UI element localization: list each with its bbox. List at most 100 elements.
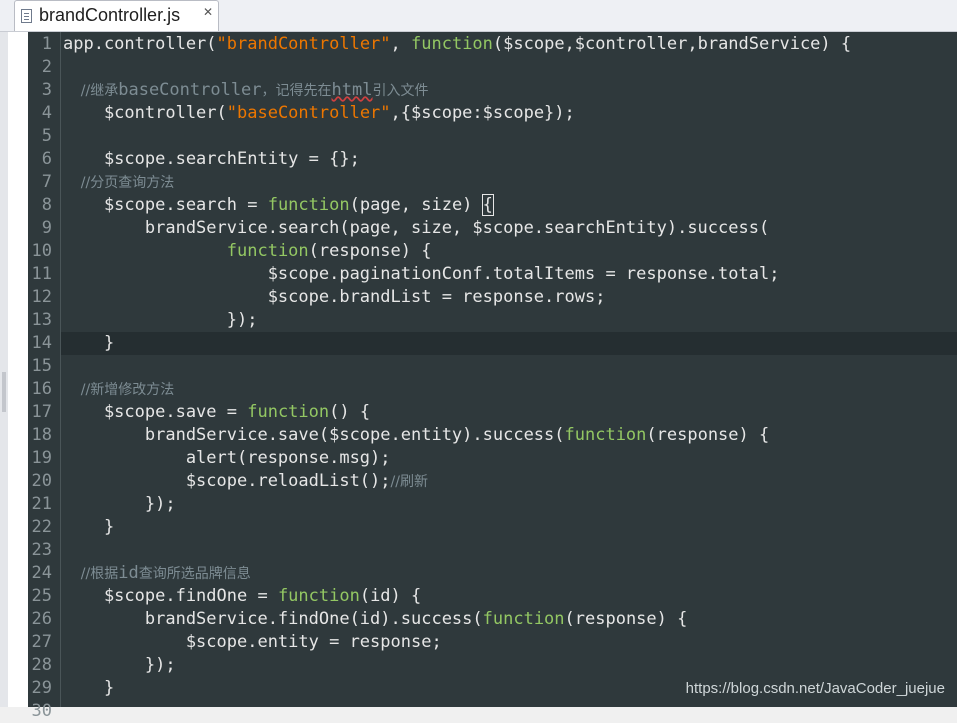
line-number: 1 bbox=[41, 34, 52, 54]
code-token: $scope.search = bbox=[63, 195, 268, 215]
line-number: 9 bbox=[41, 218, 52, 238]
line-number: 18 bbox=[31, 425, 52, 445]
line-number: 30 bbox=[31, 701, 52, 721]
code-token: } bbox=[63, 678, 115, 698]
line-number: 10 bbox=[31, 241, 52, 261]
tab-title: brandController.js bbox=[39, 5, 181, 25]
watermark: https://blog.csdn.net/JavaCoder_juejue bbox=[685, 680, 945, 697]
line-number: 6 bbox=[41, 149, 52, 169]
code-line[interactable]: $scope.brandList = response.rows; bbox=[63, 286, 606, 309]
code-token: $controller( bbox=[63, 103, 227, 123]
code-token: $scope.save = bbox=[63, 402, 248, 422]
code-token: function bbox=[411, 34, 493, 54]
code-line[interactable]: //根据id查询所选品牌信息 bbox=[63, 562, 251, 585]
code-line[interactable]: brandService.findOne(id).success(functio… bbox=[63, 608, 687, 631]
line-number: 26 bbox=[31, 609, 52, 629]
line-number: 22 bbox=[31, 517, 52, 537]
code-line[interactable]: $scope.findOne = function(id) { bbox=[63, 585, 421, 608]
editor-tab-bar: brandController.js ✕ bbox=[0, 0, 957, 32]
code-line[interactable]: brandService.save($scope.entity).success… bbox=[63, 424, 769, 447]
code-line[interactable]: $scope.reloadList();//刷新 bbox=[63, 470, 428, 493]
code-token: //根据 bbox=[63, 566, 119, 582]
code-token: brandService.findOne(id).success( bbox=[63, 609, 483, 629]
line-number: 11 bbox=[31, 264, 52, 284]
code-line[interactable]: } bbox=[63, 677, 114, 700]
code-token: function bbox=[226, 241, 309, 261]
code-token: ,{$scope:$scope}); bbox=[390, 103, 575, 123]
code-token: $scope.brandList = response.rows; bbox=[63, 287, 606, 307]
code-token: 引入文件 bbox=[372, 83, 429, 99]
code-token: } bbox=[63, 517, 115, 537]
sidebar-marker bbox=[2, 372, 6, 412]
code-token: //新增修改方法 bbox=[63, 382, 175, 398]
line-number: 4 bbox=[41, 103, 52, 123]
line-number: 3 bbox=[41, 80, 52, 100]
close-icon[interactable]: ✕ bbox=[201, 5, 215, 19]
code-line[interactable]: } bbox=[63, 516, 114, 539]
line-number: 29 bbox=[31, 678, 52, 698]
left-sidebar-strip bbox=[0, 32, 8, 707]
code-token: 查询所选品牌信息 bbox=[138, 566, 251, 582]
code-token: (id) { bbox=[359, 586, 422, 606]
code-token: function bbox=[267, 195, 350, 215]
code-line[interactable]: $scope.searchEntity = {}; bbox=[63, 148, 360, 171]
overview-ruler bbox=[8, 32, 28, 707]
code-line[interactable]: function(response) { bbox=[63, 240, 432, 263]
line-number: 2 bbox=[41, 57, 52, 77]
line-number: 17 bbox=[31, 402, 52, 422]
code-line[interactable]: $scope.search = function(page, size) { bbox=[63, 194, 494, 217]
code-line[interactable]: brandService.search(page, size, $scope.s… bbox=[63, 217, 769, 240]
code-token: (response) { bbox=[564, 609, 688, 629]
code-editor[interactable]: app.controller("brandController", functi… bbox=[61, 32, 957, 707]
code-token: () { bbox=[329, 402, 371, 422]
code-token: , bbox=[390, 34, 412, 54]
code-token: (page, size) bbox=[349, 195, 483, 215]
code-line[interactable]: $scope.paginationConf.totalItems = respo… bbox=[63, 263, 780, 286]
code-token: ($scope,$controller,brandService) { bbox=[492, 34, 852, 54]
code-line[interactable]: }); bbox=[63, 654, 176, 677]
line-number: 21 bbox=[31, 494, 52, 514]
code-line[interactable]: } bbox=[61, 332, 957, 355]
line-number: 20 bbox=[31, 471, 52, 491]
code-token: "brandController" bbox=[216, 34, 391, 54]
code-token: //继承 bbox=[63, 83, 119, 99]
js-file-icon bbox=[21, 9, 32, 23]
code-line[interactable]: $scope.save = function() { bbox=[63, 401, 370, 424]
line-number: 24 bbox=[31, 563, 52, 583]
code-token: brandService.save($scope.entity).success… bbox=[63, 425, 565, 445]
code-token: function bbox=[482, 609, 565, 629]
code-token: html bbox=[331, 80, 373, 100]
code-token: }); bbox=[63, 494, 176, 514]
code-token: $scope.reloadList(); bbox=[63, 471, 391, 491]
code-token: $scope.entity = response; bbox=[63, 632, 442, 652]
code-token: (response) { bbox=[646, 425, 770, 445]
code-line[interactable]: $controller("baseController",{$scope:$sc… bbox=[63, 102, 575, 125]
code-token: baseController bbox=[118, 80, 262, 100]
code-line[interactable]: //分页查询方法 bbox=[63, 171, 174, 194]
code-line[interactable]: //继承baseController，记得先在html引入文件 bbox=[63, 79, 429, 102]
line-number: 16 bbox=[31, 379, 52, 399]
code-token: "baseController" bbox=[226, 103, 391, 123]
code-token: function bbox=[564, 425, 647, 445]
code-token: app.controller( bbox=[63, 34, 217, 54]
code-token: $scope.paginationConf.totalItems = respo… bbox=[63, 264, 780, 284]
tab-brandcontroller-js[interactable]: brandController.js ✕ bbox=[14, 0, 219, 31]
code-line[interactable]: }); bbox=[63, 493, 176, 516]
line-number: 13 bbox=[31, 310, 52, 330]
line-number: 19 bbox=[31, 448, 52, 468]
code-line[interactable]: }); bbox=[63, 309, 258, 332]
code-line[interactable]: app.controller("brandController", functi… bbox=[63, 33, 851, 56]
line-number: 12 bbox=[31, 287, 52, 307]
line-number: 7 bbox=[41, 172, 52, 192]
code-token: }); bbox=[63, 655, 176, 675]
line-number: 15 bbox=[31, 356, 52, 376]
code-line[interactable]: $scope.entity = response; bbox=[63, 631, 442, 654]
line-number: 23 bbox=[31, 540, 52, 560]
code-line[interactable]: alert(response.msg); bbox=[63, 447, 391, 470]
line-number-gutter: 1 2 3 4 5 6 7 8 9 10 11 12 13 14 15 16 17 18 19 20 21 22 23 24 2… bbox=[28, 32, 61, 721]
line-number: 25 bbox=[31, 586, 52, 606]
line-number: 5 bbox=[41, 126, 52, 146]
code-line[interactable]: //新增修改方法 bbox=[63, 378, 174, 401]
code-token: { bbox=[481, 194, 494, 216]
